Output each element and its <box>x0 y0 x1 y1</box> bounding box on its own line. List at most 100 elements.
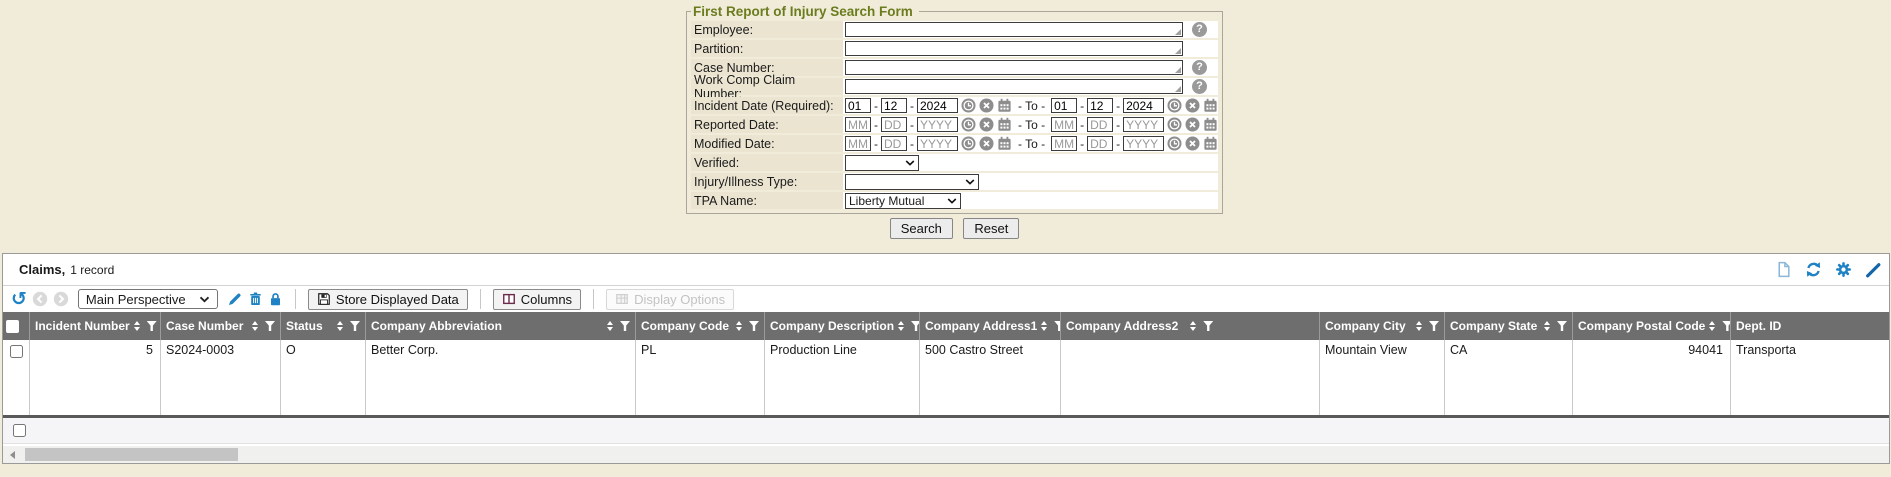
cell-company-description: Production Line <box>765 340 920 415</box>
gear-icon[interactable] <box>1835 261 1852 278</box>
verified-select[interactable] <box>845 155 919 171</box>
sort-icon[interactable] <box>1709 321 1715 331</box>
calendar-icon[interactable] <box>1203 136 1218 151</box>
reset-button[interactable]: Reset <box>963 218 1019 239</box>
injury-illness-type-select[interactable] <box>845 174 979 190</box>
column-label: Company City <box>1325 319 1406 333</box>
edit-perspective-icon[interactable] <box>227 291 243 307</box>
filter-icon[interactable] <box>147 321 157 331</box>
time-picker-icon[interactable] <box>1167 136 1182 151</box>
clear-date-icon[interactable] <box>1185 136 1200 151</box>
modified-date-from-year-input[interactable] <box>917 136 958 151</box>
perspective-select[interactable]: Main Perspective <box>78 289 218 309</box>
time-picker-icon[interactable] <box>961 98 976 113</box>
table-row[interactable]: 5 S2024-0003 O Better Corp. PL Productio… <box>3 340 1890 415</box>
filter-icon[interactable] <box>1557 321 1567 331</box>
reported-date-to-day-input[interactable] <box>1087 117 1113 132</box>
sort-icon[interactable] <box>252 321 258 331</box>
injury-illness-type-label: Injury/Illness Type: <box>691 173 843 190</box>
lock-perspective-icon[interactable] <box>268 291 283 307</box>
case-number-input-cell: ? <box>843 59 1218 76</box>
clear-date-icon[interactable] <box>979 117 994 132</box>
scrollbar-thumb[interactable] <box>25 448 238 461</box>
reported-date-to-month-input[interactable] <box>1051 117 1077 132</box>
filter-icon[interactable] <box>1054 321 1061 331</box>
filter-icon[interactable] <box>265 321 275 331</box>
modified-date-from-day-input[interactable] <box>881 136 907 151</box>
calendar-icon[interactable] <box>1203 117 1218 132</box>
incident-date-label: Incident Date (Required): <box>691 97 843 114</box>
row-checkbox-cell <box>3 340 30 415</box>
horizontal-scrollbar[interactable] <box>3 446 1889 463</box>
new-document-icon[interactable] <box>1775 261 1792 278</box>
refresh-icon[interactable] <box>1805 261 1822 278</box>
sort-icon[interactable] <box>898 321 904 331</box>
tpa-name-select[interactable]: Liberty Mutual <box>845 193 961 209</box>
partition-input-cell <box>843 40 1218 57</box>
partition-input[interactable] <box>845 41 1183 56</box>
filter-icon[interactable] <box>350 321 360 331</box>
reported-date-from-month-input[interactable] <box>845 117 871 132</box>
sort-icon[interactable] <box>736 321 742 331</box>
filter-icon[interactable] <box>911 321 920 331</box>
sort-icon[interactable] <box>1041 321 1047 331</box>
select-all-checkbox[interactable] <box>6 320 19 333</box>
modified-date-to-year-input[interactable] <box>1123 136 1164 151</box>
filter-icon[interactable] <box>749 321 759 331</box>
incident-date-from-day-input[interactable] <box>881 98 907 113</box>
incident-date-to-year-input[interactable] <box>1123 98 1164 113</box>
modified-date-to-day-input[interactable] <box>1087 136 1113 151</box>
time-picker-icon[interactable] <box>1167 117 1182 132</box>
calendar-icon[interactable] <box>997 98 1012 113</box>
filter-icon[interactable] <box>1429 321 1439 331</box>
calendar-icon[interactable] <box>1203 98 1218 113</box>
help-icon[interactable]: ? <box>1192 60 1207 75</box>
modified-date-to-month-input[interactable] <box>1051 136 1077 151</box>
sort-icon[interactable] <box>1544 321 1550 331</box>
reported-date-from-year-input[interactable] <box>917 117 958 132</box>
reported-date-to-year-input[interactable] <box>1123 117 1164 132</box>
columns-icon <box>502 292 516 306</box>
time-picker-icon[interactable] <box>961 117 976 132</box>
sort-icon[interactable] <box>607 321 613 331</box>
row-checkbox[interactable] <box>10 345 23 358</box>
filter-icon[interactable] <box>1203 321 1213 331</box>
work-comp-claim-number-input[interactable] <box>845 79 1183 94</box>
sort-icon[interactable] <box>1416 321 1422 331</box>
clear-date-icon[interactable] <box>979 98 994 113</box>
search-button[interactable]: Search <box>890 218 953 239</box>
time-picker-icon[interactable] <box>961 136 976 151</box>
tools-icon[interactable] <box>1865 261 1882 278</box>
columns-button[interactable]: Columns <box>493 289 581 310</box>
clear-date-icon[interactable] <box>979 136 994 151</box>
store-displayed-data-button[interactable]: Store Displayed Data <box>308 289 468 310</box>
date-dash: - <box>1116 137 1120 151</box>
search-form-fieldset: First Report of Injury Search Form Emplo… <box>686 4 1223 214</box>
incident-date-to-day-input[interactable] <box>1087 98 1113 113</box>
sort-icon[interactable] <box>337 321 343 331</box>
time-picker-icon[interactable] <box>1167 98 1182 113</box>
filter-icon[interactable] <box>620 321 630 331</box>
footer-checkbox[interactable] <box>13 424 26 437</box>
scroll-left-arrow-icon[interactable] <box>10 451 15 459</box>
modified-date-from-month-input[interactable] <box>845 136 871 151</box>
sort-icon[interactable] <box>134 321 140 331</box>
calendar-icon[interactable] <box>997 117 1012 132</box>
filter-icon[interactable] <box>1722 321 1731 331</box>
help-icon[interactable]: ? <box>1192 22 1207 37</box>
incident-date-from-year-input[interactable] <box>917 98 958 113</box>
clear-date-icon[interactable] <box>1185 98 1200 113</box>
undo-icon[interactable]: ↺ <box>11 291 27 307</box>
reported-date-from-day-input[interactable] <box>881 117 907 132</box>
column-header-company-address2: Company Address2 <box>1061 312 1320 340</box>
incident-date-from-month-input[interactable] <box>845 98 871 113</box>
sort-icon[interactable] <box>1190 321 1196 331</box>
help-icon[interactable]: ? <box>1192 79 1207 94</box>
delete-perspective-icon[interactable] <box>248 291 263 307</box>
calendar-icon[interactable] <box>997 136 1012 151</box>
clear-date-icon[interactable] <box>1185 117 1200 132</box>
case-number-input[interactable] <box>845 60 1183 75</box>
incident-date-to-month-input[interactable] <box>1051 98 1077 113</box>
toolbar-separator <box>480 289 481 309</box>
employee-input[interactable] <box>845 22 1183 37</box>
